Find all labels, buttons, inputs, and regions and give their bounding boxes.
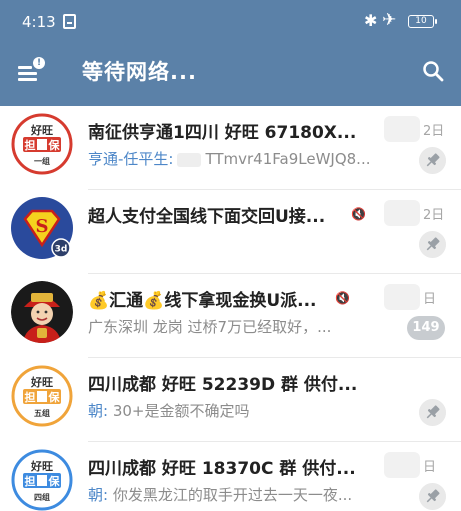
chat-sender: 朝: <box>88 402 109 420</box>
haowang-stamp-avatar: 好旺 担 保 五组 <box>11 365 73 427</box>
chat-date: 2日 <box>423 124 445 139</box>
chat-preview-text: TTmvr41Fa9LeWJQ8... <box>205 150 371 168</box>
airplane-mode-icon: ✈ <box>382 10 397 30</box>
pin-icon <box>419 483 446 510</box>
chat-name: 超人支付全国线下面交回U接... <box>88 207 326 227</box>
chat-sender: 亨通-任平生: <box>88 150 174 168</box>
chat-preview: 亨通-任平生: TTmvr41Fa9LeWJQ8... <box>88 148 398 169</box>
chat-preview: 广东深圳 龙岗 过桥7万已经取好，... <box>88 316 398 337</box>
battery-icon: 10 <box>408 15 437 28</box>
avatar-stamp-top: 好旺 <box>30 459 53 473</box>
svg-text:S: S <box>36 216 49 237</box>
chat-sender: 朝: <box>88 486 109 504</box>
page-title: 等待网络... <box>82 60 197 84</box>
avatar-stamp-bottom: 五组 <box>34 408 50 418</box>
date-blur <box>384 116 420 142</box>
chat-row[interactable]: 好旺 担 保 一组 南征供亨通1四川 好旺 67180X... 2日 亨通-任平… <box>0 106 461 190</box>
chat-name: 四川成都 好旺 52239D 群 供付... <box>88 375 358 395</box>
muted-icon: 🔇 <box>335 291 350 305</box>
chat-preview-text: 广东深圳 龙岗 过桥7万已经取好，... <box>88 318 332 336</box>
pin-icon <box>419 147 446 174</box>
muted-icon: 🔇 <box>351 207 366 221</box>
sim-card-icon <box>63 14 76 29</box>
avatar-stamp-left: 担 <box>25 390 36 404</box>
search-icon[interactable] <box>422 60 444 82</box>
avatar-stamp-left: 担 <box>25 474 36 488</box>
chat-date: 日 <box>423 460 437 475</box>
chat-preview: 朝: 你发黑龙江的取手开过去一天一夜... <box>88 484 398 505</box>
header-bar: 4:13 ✱ ✈ 10 ! 等待网络... <box>0 0 461 106</box>
chat-list: 好旺 担 保 一组 南征供亨通1四川 好旺 67180X... 2日 亨通-任平… <box>0 106 461 511</box>
avatar-stamp-right: 保 <box>48 390 61 404</box>
avatar-stamp-right: 保 <box>48 138 61 152</box>
chat-row[interactable]: 好旺 担 保 四组 四川成都 好旺 18370C 群 供付... 日 朝: 你发… <box>0 442 461 511</box>
avatar-stamp-top: 好旺 <box>30 123 53 137</box>
chat-date: 2日 <box>423 208 445 223</box>
chat-preview-text: 30+是金额不确定吗 <box>112 402 250 420</box>
superman-logo-avatar: S 3d <box>11 197 73 259</box>
pin-icon <box>419 399 446 426</box>
chat-preview-text: 你发黑龙江的取手开过去一天一夜... <box>112 486 353 504</box>
haowang-stamp-avatar: 好旺 担 保 四组 <box>11 449 73 511</box>
date-blur <box>384 452 420 478</box>
chat-row[interactable]: S 3d 超人支付全国线下面交回U接... 🔇 2日 <box>0 190 461 274</box>
date-blur <box>384 200 420 226</box>
chat-row[interactable]: 💰汇通💰线下拿现金换U派... 🔇 日 广东深圳 龙岗 过桥7万已经取好，...… <box>0 274 461 358</box>
blurred-content <box>177 152 202 167</box>
avatar-stamp-bottom: 一组 <box>34 156 50 166</box>
date-blur <box>384 284 420 310</box>
avatar-stamp-left: 担 <box>25 138 36 152</box>
pin-icon <box>419 231 446 258</box>
fortune-god-avatar <box>11 281 73 343</box>
chat-preview: 朝: 30+是金额不确定吗 <box>88 400 398 421</box>
bluetooth-icon: ✱ <box>364 11 378 30</box>
unread-count-badge: 149 <box>407 316 445 340</box>
avatar-badge: 3d <box>55 245 68 255</box>
menu-notification-dot: ! <box>33 57 45 69</box>
chat-row[interactable]: 好旺 担 保 五组 四川成都 好旺 52239D 群 供付... 朝: 30+是… <box>0 358 461 442</box>
avatar-stamp-right: 保 <box>48 474 61 488</box>
menu-icon[interactable]: ! <box>18 57 45 82</box>
status-time: 4:13 <box>22 13 56 31</box>
chat-name: 四川成都 好旺 18370C 群 供付... <box>88 459 356 479</box>
avatar-stamp-top: 好旺 <box>30 375 53 389</box>
telegram-chat-list: 4:13 ✱ ✈ 10 ! 等待网络... 好旺 担 保 一组 南征供亨通1四川… <box>0 0 461 511</box>
haowang-stamp-avatar: 好旺 担 保 一组 <box>11 113 73 175</box>
chat-date: 日 <box>423 292 437 307</box>
chat-name: 南征供亨通1四川 好旺 67180X... <box>88 123 357 143</box>
avatar-stamp-bottom: 四组 <box>34 492 50 502</box>
status-bar: 4:13 ✱ ✈ 10 <box>0 0 461 44</box>
